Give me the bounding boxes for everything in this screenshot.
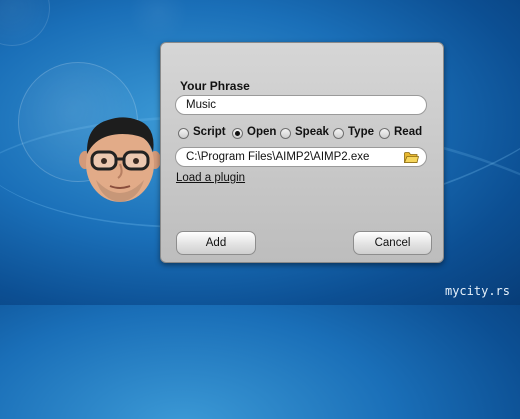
radio-button-icon — [333, 128, 344, 139]
load-plugin-link[interactable]: Load a plugin — [176, 172, 245, 184]
radio-button-icon — [280, 128, 291, 139]
radio-label: Script — [193, 126, 226, 138]
character-head-avatar[interactable] — [78, 114, 162, 204]
radio-label: Type — [348, 126, 374, 138]
radio-label: Open — [247, 126, 277, 138]
action-radio-group: Script Open Speak Type Read — [178, 126, 440, 142]
radio-button-icon — [379, 128, 390, 139]
program-path-input[interactable]: C:\Program Files\AIMP2\AIMP2.exe — [175, 147, 427, 167]
wallpaper-bubble — [0, 0, 50, 46]
add-button[interactable]: Add — [176, 231, 256, 255]
program-path-text: C:\Program Files\AIMP2\AIMP2.exe — [186, 151, 370, 163]
add-phrase-dialog: Your Phrase Music Script Open Speak Type… — [160, 42, 444, 263]
phrase-input[interactable]: Music — [175, 95, 427, 115]
phrase-label: Your Phrase — [180, 79, 250, 93]
radio-label: Speak — [295, 126, 329, 138]
wallpaper-bubble — [128, 0, 188, 42]
radio-label: Read — [394, 126, 423, 138]
radio-button-selected-icon — [232, 128, 243, 139]
watermark: mycity.rs — [444, 284, 510, 298]
folder-icon[interactable] — [404, 151, 419, 163]
radio-button-icon — [178, 128, 189, 139]
cancel-button[interactable]: Cancel — [353, 231, 432, 255]
